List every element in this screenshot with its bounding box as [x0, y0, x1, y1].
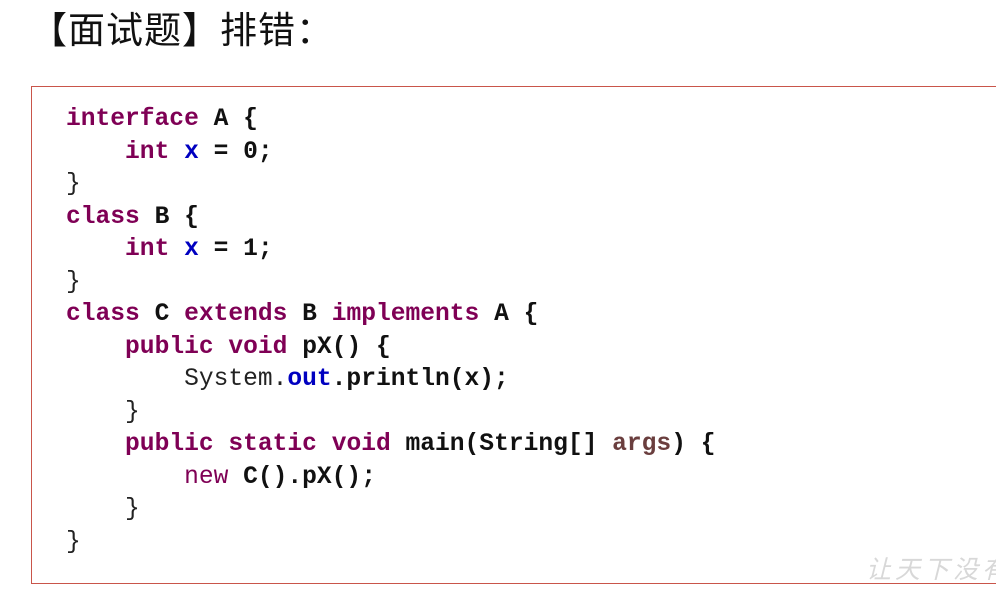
- code-token-field: x: [184, 138, 199, 166]
- page-title: 【面试题】排错：: [30, 9, 334, 52]
- code-line: }: [66, 169, 715, 202]
- code-token-id: A: [213, 106, 229, 133]
- code-token-id: B: [154, 203, 170, 231]
- code-token-id: = 1;: [198, 236, 273, 263]
- code-token-id: .println(x);: [331, 366, 509, 393]
- code-token-kwr: new: [184, 463, 229, 491]
- code-token-plain: }: [66, 268, 81, 296]
- code-token-id: A: [494, 301, 509, 328]
- code-token-plain: }: [66, 528, 81, 556]
- code-token-param: args: [612, 431, 672, 458]
- code-token-kw: class: [66, 203, 140, 231]
- code-token-id: pX() {: [302, 333, 391, 361]
- code-token-kw: static: [228, 431, 317, 458]
- code-token-id: = 0;: [198, 138, 273, 166]
- code-token-kw: void: [228, 333, 288, 361]
- code-token-id: B: [302, 301, 317, 328]
- code-token-kw: int: [125, 236, 170, 263]
- code-token-kw: implements: [331, 301, 480, 328]
- code-token-id: {: [508, 301, 539, 328]
- code-line: public void pX() {: [66, 332, 715, 365]
- code-line: }: [66, 267, 715, 300]
- code-line: class C extends B implements A {: [66, 299, 715, 332]
- code-token-plain: }: [66, 398, 140, 426]
- code-line: new C().pX();: [66, 462, 715, 495]
- code-line: int x = 0;: [66, 137, 715, 170]
- code-token-plain: System.: [184, 366, 288, 393]
- code-line: class B {: [66, 202, 715, 235]
- code-token-field: x: [184, 236, 199, 263]
- code-block: interface A { int x = 0;} class B { int x…: [66, 104, 715, 559]
- code-token-id: main(String[]: [405, 431, 598, 458]
- code-token-kw: void: [331, 431, 391, 458]
- code-line: }: [66, 494, 715, 527]
- code-token-id: C().pX();: [243, 463, 376, 491]
- code-token-field: out: [287, 366, 332, 393]
- code-token-kw: int: [125, 138, 170, 166]
- code-line: }: [66, 397, 715, 430]
- code-box: interface A { int x = 0;} class B { int x…: [31, 86, 996, 584]
- code-token-plain: }: [66, 171, 81, 198]
- code-token-kw: public: [125, 333, 214, 361]
- code-line: interface A {: [66, 104, 715, 137]
- code-line: }: [66, 527, 715, 560]
- code-token-kw: public: [125, 431, 214, 458]
- watermark: 让天下没有: [866, 555, 996, 584]
- code-token-plain: }: [66, 496, 140, 523]
- code-token-kw: interface: [66, 106, 199, 133]
- code-token-kw: extends: [184, 301, 288, 328]
- code-token-id: ) {: [671, 431, 716, 458]
- code-token-id: C: [154, 301, 170, 328]
- code-token-id: {: [228, 106, 258, 133]
- code-line: public static void main(String[] args) {: [66, 429, 715, 462]
- code-token-kw: class: [66, 301, 140, 328]
- code-token-id: {: [169, 203, 199, 231]
- code-line: System.out.println(x);: [66, 364, 715, 397]
- code-line: int x = 1;: [66, 234, 715, 267]
